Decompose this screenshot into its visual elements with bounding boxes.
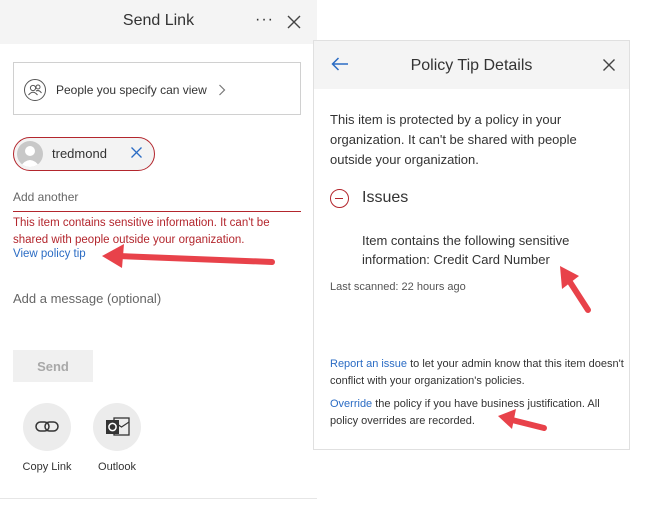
annotation-arrow-head (102, 244, 124, 268)
annotation-arrow (565, 276, 591, 313)
annotation-arrow (115, 253, 275, 265)
annotation-layer (102, 244, 591, 431)
annotation-arrow (509, 417, 547, 431)
annotation-arrow-head (498, 409, 516, 429)
